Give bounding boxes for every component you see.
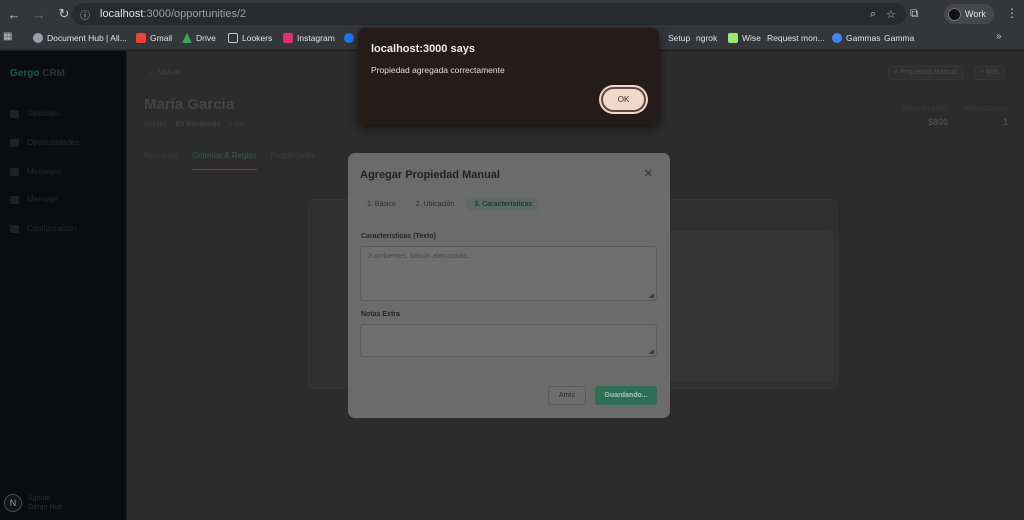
profile-avatar xyxy=(948,7,961,21)
users-icon xyxy=(10,138,19,147)
profile-button[interactable]: Work xyxy=(944,4,994,24)
forward-arrow-icon[interactable]: → xyxy=(28,3,50,25)
site-info-icon[interactable]: ⓘ xyxy=(80,7,94,22)
ok-button[interactable]: OK xyxy=(601,87,646,112)
alert-message: Propiedad agregada correctamente xyxy=(371,65,505,75)
grid-icon xyxy=(10,109,19,118)
url-path: :3000/opportunities/2 xyxy=(143,8,247,20)
chat-icon xyxy=(10,167,19,176)
stat-budget: PRESUPUESTO $800 xyxy=(902,107,948,127)
gmail-icon xyxy=(136,33,146,43)
bookmark-facebook[interactable] xyxy=(344,33,354,43)
stat-properties: PROPIEDADES 1 xyxy=(964,107,1008,127)
message-icon xyxy=(10,195,19,204)
more-button[interactable]: + Más xyxy=(974,66,1006,80)
sidebar-item-configuracion[interactable]: Configuración xyxy=(10,224,76,233)
brand-logo: Gergo CRM xyxy=(10,68,66,79)
back-button[interactable]: Atrás xyxy=(548,386,586,405)
bookmark-instagram[interactable]: Instagram xyxy=(283,33,335,43)
bookmark-wise[interactable]: Wise xyxy=(728,33,761,43)
bookmark-lookers[interactable]: Lookers xyxy=(228,33,272,43)
sidebar-item-sesiones[interactable]: Sesiones xyxy=(10,109,60,118)
bookmark-request-mon[interactable]: Request mon... xyxy=(767,33,825,43)
add-property-modal: Agregar Propiedad Manual ✕ 1. Básico 2. … xyxy=(348,153,670,418)
tab-resumen[interactable]: Resumen xyxy=(144,151,178,170)
page-title: Maria Garcia xyxy=(144,96,235,113)
bookmark-document-hub[interactable]: Document Hub | All... xyxy=(33,33,127,43)
zoom-icon[interactable]: ⌕ xyxy=(870,8,876,21)
gear-icon xyxy=(10,224,19,233)
sidebar: Gergo CRM Sesiones Oportunidades Mensaje… xyxy=(0,51,127,520)
add-manual-property-button[interactable]: + Propiedad Manual xyxy=(888,66,963,80)
step-ubicacion[interactable]: 2. Ubicación xyxy=(409,198,462,211)
apps-grid-icon[interactable]: ▦ xyxy=(3,31,12,42)
properties-empty-card xyxy=(658,231,834,381)
globe-icon xyxy=(33,33,43,43)
step-caracteristicas[interactable]: 3. Características xyxy=(467,198,540,211)
facebook-icon xyxy=(344,33,354,43)
bookmark-ngrok[interactable]: ngrok xyxy=(696,33,717,43)
back-link[interactable]: ← Volver xyxy=(148,68,180,77)
resize-grip-icon[interactable]: ◢ xyxy=(649,347,654,355)
instagram-icon xyxy=(283,33,293,43)
features-placeholder: 3 ambientes, balcón aterrazado... xyxy=(368,253,472,260)
profile-label: Work xyxy=(965,9,986,19)
sidebar-item-mensaje[interactable]: Mensaje xyxy=(10,195,57,204)
tab-criterios[interactable]: Criterios & Reglas xyxy=(192,151,257,170)
more-bookmarks-icon[interactable]: » xyxy=(996,31,1002,42)
alert-title: localhost:3000 says xyxy=(371,43,475,55)
google-icon xyxy=(832,33,842,43)
sidebar-user[interactable]: N Agente Gergo Hub xyxy=(4,494,62,512)
features-label: Características (Texto) xyxy=(361,233,436,240)
bookmark-setup[interactable]: Setup xyxy=(668,33,690,43)
notes-label: Notas Extra xyxy=(361,311,400,318)
bookmark-drive[interactable]: Drive xyxy=(182,33,216,43)
back-arrow-icon[interactable]: ← xyxy=(3,3,25,25)
detail-tabs: Resumen Criterios & Reglas Propiedades xyxy=(144,151,316,170)
bookmark-gammas[interactable]: Gammas xyxy=(832,33,880,43)
browser-toolbar: ← → ↻ ⓘ localhost:3000/opportunities/2 ⌕… xyxy=(0,0,1024,28)
bookmark-gamma[interactable]: Gamma xyxy=(884,33,914,43)
features-textarea[interactable]: 3 ambientes, balcón aterrazado... ◢ xyxy=(360,246,657,301)
browser-alert-dialog: localhost:3000 says Propiedad agregada c… xyxy=(358,28,659,125)
notes-textarea[interactable]: ◢ xyxy=(360,324,657,357)
step-basico[interactable]: 1. Básico xyxy=(360,198,403,211)
sidebar-item-oportunidades[interactable]: Oportunidades xyxy=(10,138,79,147)
resize-grip-icon[interactable]: ◢ xyxy=(649,291,654,299)
drive-icon xyxy=(182,33,192,43)
sidebar-item-mensajes[interactable]: Mensajes xyxy=(10,167,61,176)
user-name: Agente xyxy=(28,495,51,502)
save-button[interactable]: Guardando... xyxy=(595,386,657,405)
url-host: localhost xyxy=(100,8,144,20)
close-icon[interactable]: ✕ xyxy=(644,167,653,180)
browser-menu-icon[interactable]: ⋮ xyxy=(1006,6,1018,20)
avatar: N xyxy=(4,494,22,512)
bookmark-star-icon[interactable]: ☆ xyxy=(886,8,896,21)
opportunity-meta: Alquiler En Búsqueda 1 dm xyxy=(144,121,244,128)
address-bar[interactable]: ⓘ localhost:3000/opportunities/2 ⌕ ☆ xyxy=(72,3,906,25)
wise-icon xyxy=(728,33,738,43)
tab-propiedades[interactable]: Propiedades xyxy=(271,151,316,170)
extensions-icon[interactable]: ⧉ xyxy=(910,6,919,21)
bookmark-gmail[interactable]: Gmail xyxy=(136,33,172,43)
user-email: Gergo Hub xyxy=(28,504,63,511)
modal-steps: 1. Básico 2. Ubicación 3. Característica… xyxy=(360,198,540,211)
modal-title: Agregar Propiedad Manual xyxy=(360,169,500,181)
folder-icon xyxy=(228,33,238,43)
